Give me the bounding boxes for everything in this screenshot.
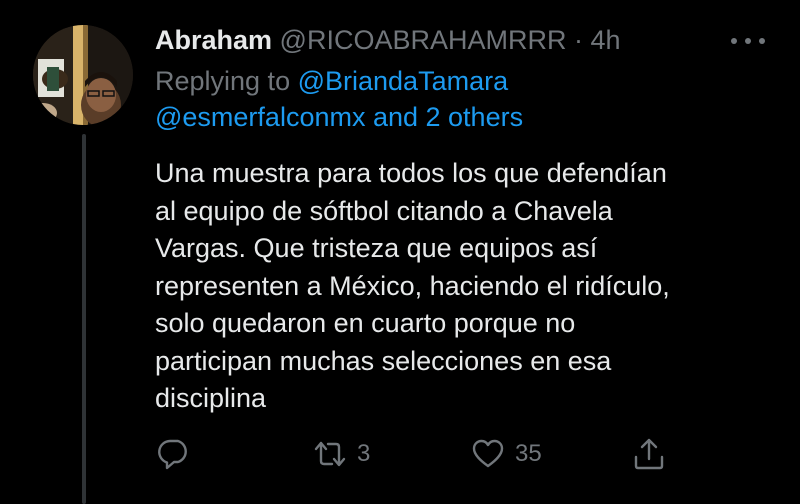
author-name[interactable]: Abraham (155, 25, 272, 55)
tweet-text-line: disciplina (155, 383, 267, 413)
heart-icon (472, 439, 504, 468)
tweet-header: Abraham @RICOABRAHAMRRR · 4h (155, 22, 621, 58)
like-button[interactable]: 35 (471, 432, 542, 476)
tweet-text: Una muestra para todos los que defendían… (155, 155, 775, 418)
tweet-actions: 3 35 (0, 432, 800, 476)
tweet-text-line: Vargas. Que tristeza que equipos así (155, 233, 598, 263)
others-link[interactable]: and 2 others (365, 102, 523, 132)
share-icon (634, 438, 664, 470)
avatar-photo (33, 25, 133, 125)
like-count: 35 (515, 440, 542, 467)
retweet-icon (314, 441, 346, 467)
replying-to: Replying to @BriandaTamara @esmerfalconm… (155, 63, 775, 135)
retweet-count: 3 (357, 440, 371, 467)
tweet-timestamp[interactable]: 4h (591, 25, 621, 55)
mention-link[interactable]: @esmerfalconmx (155, 102, 365, 132)
tweet[interactable]: Abraham @RICOABRAHAMRRR · 4h Replying to… (0, 0, 800, 504)
tweet-text-line: al equipo de sóftbol citando a Chavela (155, 195, 613, 226)
tweet-text-line: representen a México, haciendo el ridícu… (155, 270, 670, 301)
avatar[interactable] (33, 25, 133, 125)
tweet-text-line: Una muestra para todos los que defendían (155, 158, 667, 188)
mention-link[interactable]: @BriandaTamara (298, 66, 509, 96)
more-icon[interactable] (728, 34, 768, 48)
retweet-button[interactable]: 3 (313, 432, 370, 476)
reply-button[interactable] (157, 432, 191, 476)
tweet-text-line: solo quedaron en cuarto porque no (155, 308, 576, 338)
tweet-text-line: participan muchas selecciones en esa (155, 345, 612, 376)
replying-prefix: Replying to (155, 66, 298, 96)
reply-icon (158, 439, 187, 470)
separator-dot: · (574, 25, 583, 55)
author-handle[interactable]: @RICOABRAHAMRRR (280, 25, 567, 55)
share-button[interactable] (632, 432, 666, 476)
